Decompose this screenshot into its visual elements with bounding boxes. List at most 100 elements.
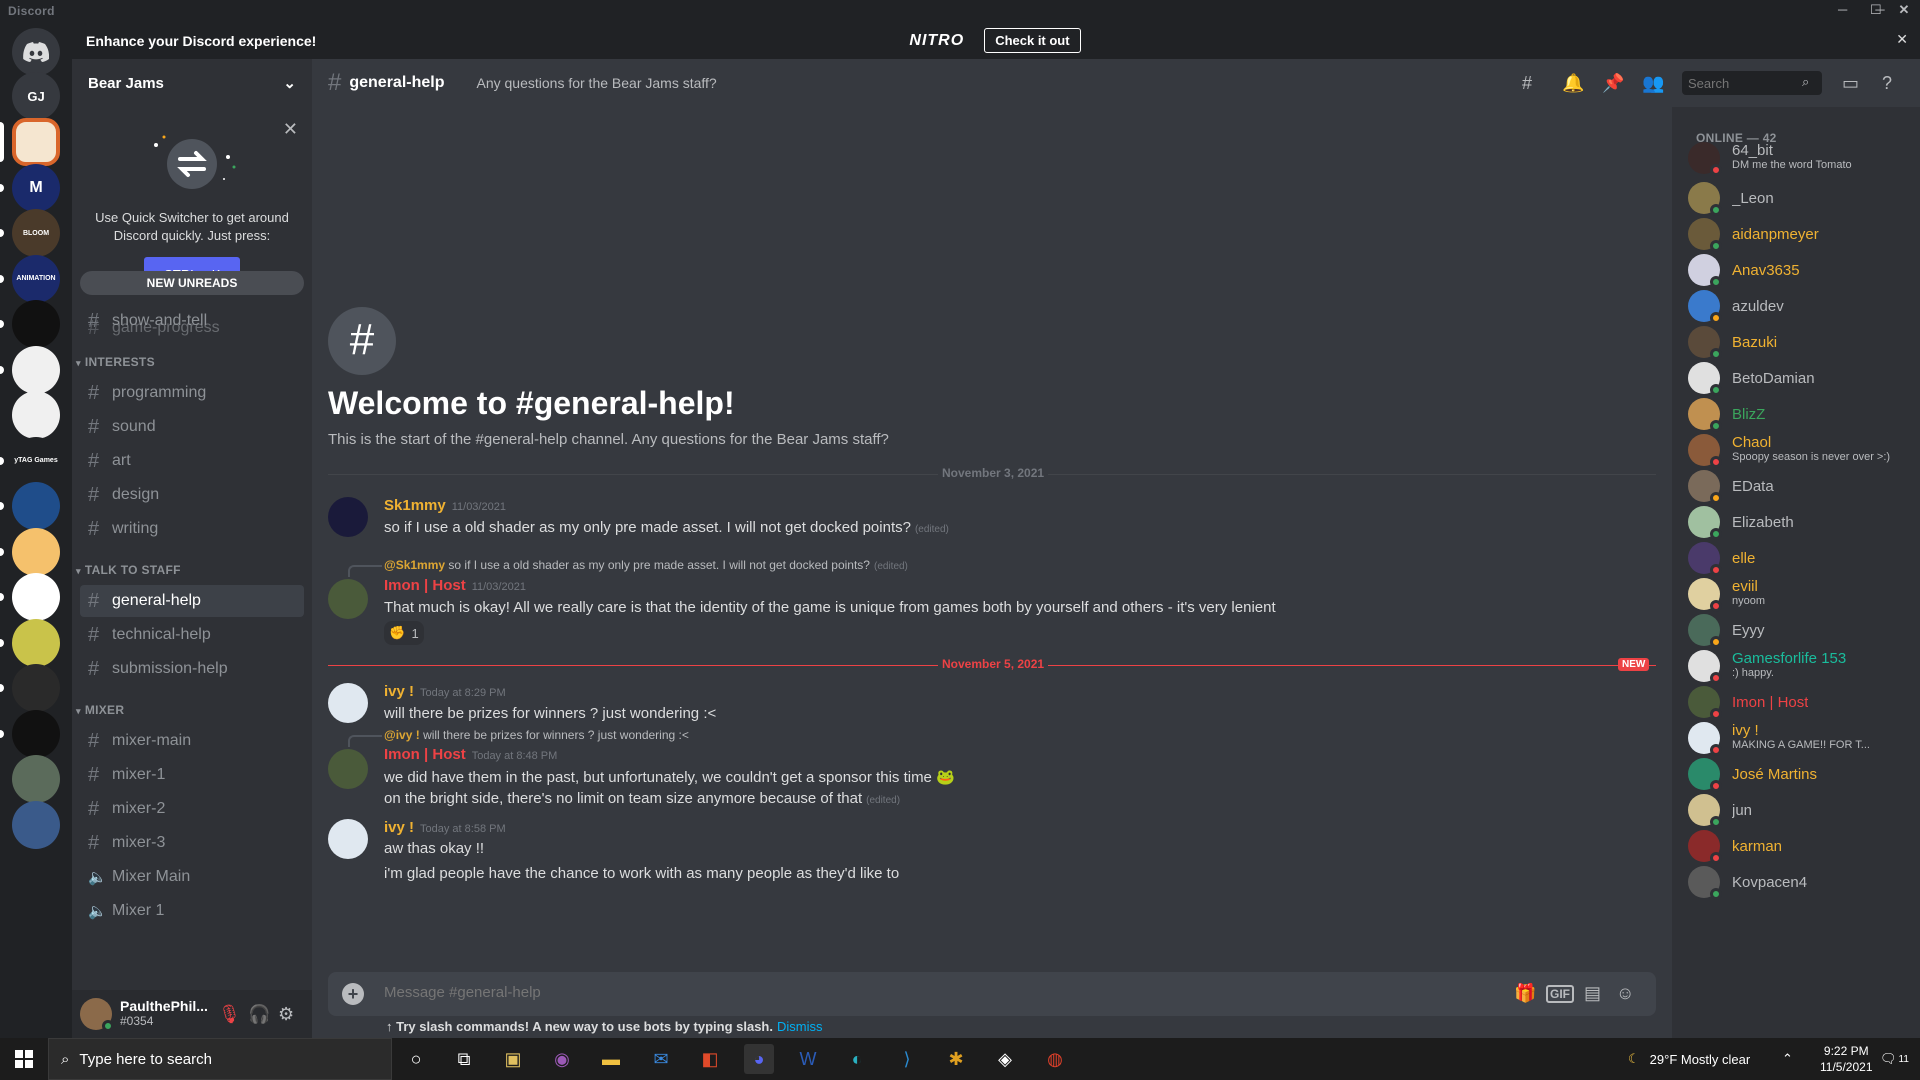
file-explorer-icon[interactable]: ▬	[596, 1044, 626, 1074]
minimize-button[interactable]: ─	[1838, 2, 1847, 17]
server-icon[interactable]	[12, 755, 60, 803]
avatar[interactable]	[328, 819, 368, 859]
app-icon[interactable]: ◉	[547, 1044, 577, 1074]
reply-preview[interactable]: @ivy ! will there be prizes for winners …	[384, 728, 689, 742]
member-name: Chaol	[1732, 435, 1772, 451]
channel-hash-icon: #	[88, 657, 100, 680]
author-name[interactable]: ivy ! Today at 8:58 PM	[384, 819, 506, 836]
reply-preview[interactable]: @Sk1mmy so if I use a old shader as my o…	[384, 558, 908, 572]
channel-mixer-main[interactable]: # mixer-main	[80, 725, 304, 757]
author-name[interactable]: Imon | Host Today at 8:48 PM	[384, 746, 557, 763]
avatar[interactable]	[328, 497, 368, 537]
server-icon[interactable]: BLOOM	[12, 209, 60, 257]
headphones-icon[interactable]: 🎧	[248, 1004, 270, 1025]
server-icon[interactable]: yTAG Games	[12, 436, 60, 485]
office-icon[interactable]: ◧	[695, 1044, 725, 1074]
avatar[interactable]	[328, 683, 368, 723]
member-list-icon[interactable]: 👥	[1642, 73, 1664, 94]
chrome-icon[interactable]: ◍	[1040, 1044, 1070, 1074]
server-icon[interactable]	[12, 391, 60, 439]
store-icon[interactable]: ▣	[498, 1044, 528, 1074]
server-icon[interactable]: GJ	[12, 72, 60, 120]
author-name[interactable]: Imon | Host 11/03/2021	[384, 577, 526, 594]
maximize-button[interactable]: ☐	[1870, 2, 1882, 18]
vscode-icon[interactable]: ⟩	[892, 1044, 922, 1074]
slack-icon[interactable]: ✱	[941, 1044, 971, 1074]
server-header[interactable]: Bear Jams ⌄	[72, 59, 312, 107]
channel-programming[interactable]: # programming	[80, 377, 304, 409]
server-icon[interactable]: M	[12, 163, 60, 212]
unity-icon[interactable]: ◈	[990, 1044, 1020, 1074]
taskbar-search[interactable]: ⌕ Type here to search	[48, 1038, 392, 1080]
channel-design[interactable]: # design	[80, 479, 304, 511]
weather-widget[interactable]: ☾ 29°F Mostly clear	[1628, 1038, 1750, 1080]
avatar[interactable]	[328, 579, 368, 619]
close-icon[interactable]: ✕	[283, 119, 298, 140]
server-icon[interactable]: ANIMATION	[12, 254, 60, 303]
server-icon[interactable]	[12, 800, 60, 849]
member-item[interactable]: 64_bit DM me the word Tomato	[1680, 137, 1912, 179]
member-item[interactable]: Kovpacen4	[1680, 861, 1912, 903]
server-icon[interactable]	[12, 300, 60, 348]
category-talk-to-staff[interactable]: ▾ TALK TO STAFF	[76, 563, 181, 577]
channel-submission-help[interactable]: # submission-help	[80, 653, 304, 685]
mail-icon[interactable]: ✉	[646, 1044, 676, 1074]
search-input[interactable]	[1682, 71, 1822, 95]
server-icon[interactable]	[12, 482, 60, 530]
author-name[interactable]: ivy ! Today at 8:29 PM	[384, 683, 506, 700]
unread-indicator	[0, 684, 4, 692]
windows-start-button[interactable]	[0, 1038, 48, 1080]
channel-mixer-1[interactable]: # mixer-1	[80, 759, 304, 791]
server-icon[interactable]	[12, 345, 60, 394]
cortana-icon[interactable]: ○	[401, 1044, 431, 1074]
server-icon[interactable]	[12, 709, 60, 758]
notification-bell-icon[interactable]: 🔔	[1562, 73, 1584, 94]
channel-hash-icon: #	[88, 729, 100, 752]
channel-mixer-main[interactable]: 🔈 Mixer Main	[80, 861, 304, 893]
channel-technical-help[interactable]: # technical-help	[80, 619, 304, 651]
dismiss-link[interactable]: Dismiss	[777, 1019, 823, 1034]
server-icon[interactable]	[12, 527, 60, 576]
channel-art[interactable]: # art	[80, 445, 304, 477]
channel-writing[interactable]: # writing	[80, 513, 304, 545]
tray-chevron-icon[interactable]: ⌃	[1782, 1038, 1793, 1080]
category-mixer[interactable]: ▾ MIXER	[76, 703, 124, 717]
server-icon[interactable]	[12, 664, 60, 712]
pinned-messages-icon[interactable]: 📌	[1602, 73, 1624, 94]
server-icon[interactable]	[12, 618, 60, 667]
avatar[interactable]	[328, 749, 368, 789]
inbox-icon[interactable]: ▭	[1842, 73, 1859, 94]
reaction[interactable]: ✊ 1	[384, 621, 424, 645]
word-icon[interactable]: W	[793, 1044, 823, 1074]
clock[interactable]: 9:22 PM 11/5/2021	[1820, 1038, 1873, 1080]
message-input[interactable]	[384, 984, 1384, 1001]
channel-mixer-2[interactable]: # mixer-2	[80, 793, 304, 825]
close-window-button[interactable]: ✕	[1896, 2, 1912, 18]
author-name[interactable]: Sk1mmy 11/03/2021	[384, 497, 506, 514]
channel-general-help[interactable]: # general-help	[80, 585, 304, 617]
category-interests[interactable]: ▾ INTERESTS	[76, 355, 155, 369]
threads-icon[interactable]: #	[1522, 73, 1532, 94]
discord-taskbar-icon[interactable]: ◕	[744, 1044, 774, 1074]
task-view-icon[interactable]: ⧉	[449, 1044, 479, 1074]
server-icon[interactable]	[12, 573, 60, 621]
emoji-icon[interactable]: ☺	[1616, 983, 1634, 1004]
settings-gear-icon[interactable]: ⚙	[278, 1004, 294, 1025]
new-unreads-banner[interactable]: NEW UNREADS	[80, 271, 304, 295]
server-icon[interactable]	[12, 118, 60, 166]
channel-sound[interactable]: # sound	[80, 411, 304, 443]
mute-microphone-icon[interactable]: 🎙	[218, 1004, 241, 1025]
attach-plus-icon[interactable]: +	[342, 983, 364, 1005]
channel-show-and-tell[interactable]: # show-and-tell	[80, 305, 304, 337]
notification-center-icon[interactable]: 🗨 11	[1880, 1038, 1909, 1080]
channel-mixer-3[interactable]: # mixer-3	[80, 827, 304, 859]
close-banner-icon[interactable]: ✕	[1896, 31, 1908, 48]
avatar[interactable]	[80, 998, 114, 1032]
gift-icon[interactable]: 🎁	[1514, 983, 1536, 1004]
home-button[interactable]	[12, 28, 60, 76]
sticker-icon[interactable]: ▤	[1584, 983, 1601, 1004]
help-icon[interactable]: ?	[1882, 73, 1892, 94]
gif-button[interactable]: GIF	[1546, 985, 1574, 1003]
channel-mixer-1[interactable]: 🔈 Mixer 1	[80, 895, 304, 927]
edge-icon[interactable]: ◐	[842, 1044, 872, 1074]
